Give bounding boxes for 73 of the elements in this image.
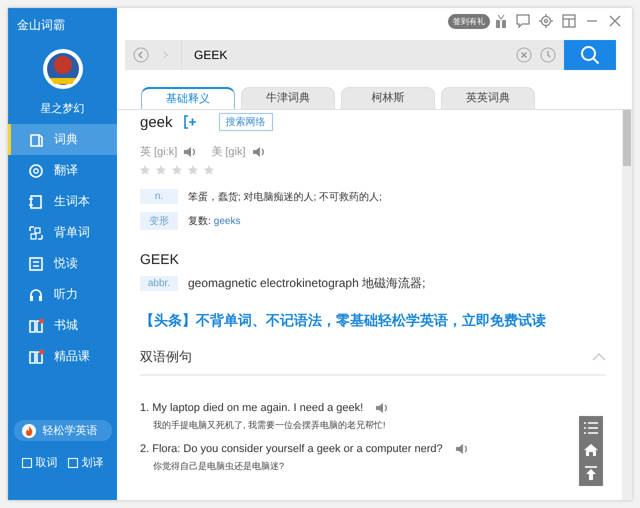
nav-item[interactable]: 生词本	[8, 186, 117, 217]
home-icon[interactable]	[584, 444, 598, 456]
definition-text: 复数:	[188, 215, 211, 228]
username: 星之梦幻	[40, 102, 84, 116]
section-title: 双语例句	[140, 348, 192, 366]
example-sentence: 1. My laptop died on me again. I need a geek!	[140, 402, 364, 414]
app-title: 金山词霸	[16, 17, 65, 34]
clear-icon[interactable]	[516, 47, 532, 63]
open-book-icon	[28, 318, 44, 334]
speaker-icon[interactable]	[454, 443, 469, 455]
settings-icon[interactable]	[539, 14, 553, 28]
star-icon	[156, 165, 166, 175]
star-icon	[140, 165, 150, 175]
back-icon[interactable]	[133, 47, 149, 63]
example-translation: 我的手提电脑又死机了, 我需要一位会摆弄电脑的老兄帮忙!	[153, 419, 386, 432]
at-sign-icon	[28, 162, 44, 178]
scrollbar-thumb[interactable]	[623, 110, 631, 166]
promo-button[interactable]: 轻松学英语	[14, 420, 112, 441]
option-checkbox[interactable]: 取词	[22, 455, 58, 470]
close-icon[interactable]	[608, 14, 622, 28]
nav-item[interactable]: 背单词	[8, 217, 117, 248]
back-to-top-icon[interactable]	[584, 466, 598, 480]
web-search-button[interactable]: 搜索网络	[218, 113, 273, 131]
dictionary-tab[interactable]: 英英词典	[441, 87, 535, 109]
phonetic: 美 [gik]	[211, 144, 246, 159]
part-of-speech-tag: abbr.	[140, 276, 178, 291]
list-icon[interactable]	[584, 422, 598, 434]
speaker-icon[interactable]	[183, 146, 198, 158]
part-of-speech-tag: n.	[140, 189, 178, 204]
mini-mode-icon[interactable]	[562, 14, 576, 28]
add-to-wordbook-icon[interactable]	[182, 115, 197, 129]
headphones-icon	[28, 286, 44, 302]
signin-badge[interactable]: 签到有礼	[448, 14, 490, 28]
star-icon	[188, 165, 198, 175]
search-input[interactable]: GEEK	[181, 40, 508, 70]
flashcard-icon	[28, 224, 44, 240]
example-sentence: 2. Flora: Do you consider yourself a geek or a computer nerd?	[140, 443, 443, 455]
open-book-icon	[28, 348, 44, 364]
search-icon	[580, 45, 600, 65]
dictionary-tab[interactable]: 基础释义	[141, 87, 235, 109]
search-button[interactable]	[564, 40, 616, 70]
scrollbar[interactable]	[622, 110, 632, 500]
definition-text: 笨蛋，蠢货; 对电脑痴迷的人; 不可救药的人;	[188, 190, 382, 204]
book-icon	[28, 132, 44, 148]
headline-link[interactable]: 【头条】不背单词、不记语法，零基础轻松学英语，立即免费试读	[140, 312, 622, 330]
feedback-icon[interactable]	[516, 14, 530, 28]
dictionary-tab[interactable]: 牛津词典	[241, 87, 335, 109]
phonetic: 英 [gi:k]	[140, 145, 178, 159]
nav-item[interactable]: 悦读	[8, 248, 117, 279]
dictionary-tab[interactable]: 柯林斯	[341, 87, 435, 109]
headword: geek	[140, 114, 173, 130]
definition-text: geomagnetic electrokinetograph 地磁海流器;	[188, 275, 426, 292]
nav-item[interactable]: 翻译	[8, 155, 117, 186]
headword: GEEK	[140, 251, 180, 267]
nav-item[interactable]: 听力	[8, 279, 117, 310]
star-icon	[204, 165, 214, 175]
nav-item[interactable]: 精品课	[8, 341, 117, 372]
star-icon	[172, 165, 182, 175]
notebook-icon	[28, 194, 44, 210]
search-field[interactable]: GEEK	[125, 40, 616, 70]
nav-item[interactable]: 词典	[8, 124, 117, 155]
document-icon	[28, 256, 44, 272]
history-icon[interactable]	[540, 47, 556, 63]
part-of-speech-tag: 变形	[140, 212, 178, 230]
avatar-icon[interactable]	[42, 48, 84, 90]
speaker-icon[interactable]	[375, 402, 390, 414]
nav-item[interactable]: 书城	[8, 310, 117, 341]
speaker-icon[interactable]	[252, 146, 266, 158]
example-translation: 你觉得自己是电脑虫还是电脑迷?	[153, 460, 284, 473]
gift-icon[interactable]	[495, 14, 507, 28]
flame-icon	[22, 424, 36, 438]
option-checkbox[interactable]: 划译	[68, 455, 104, 470]
inflection-link[interactable]: geeks	[214, 216, 240, 226]
